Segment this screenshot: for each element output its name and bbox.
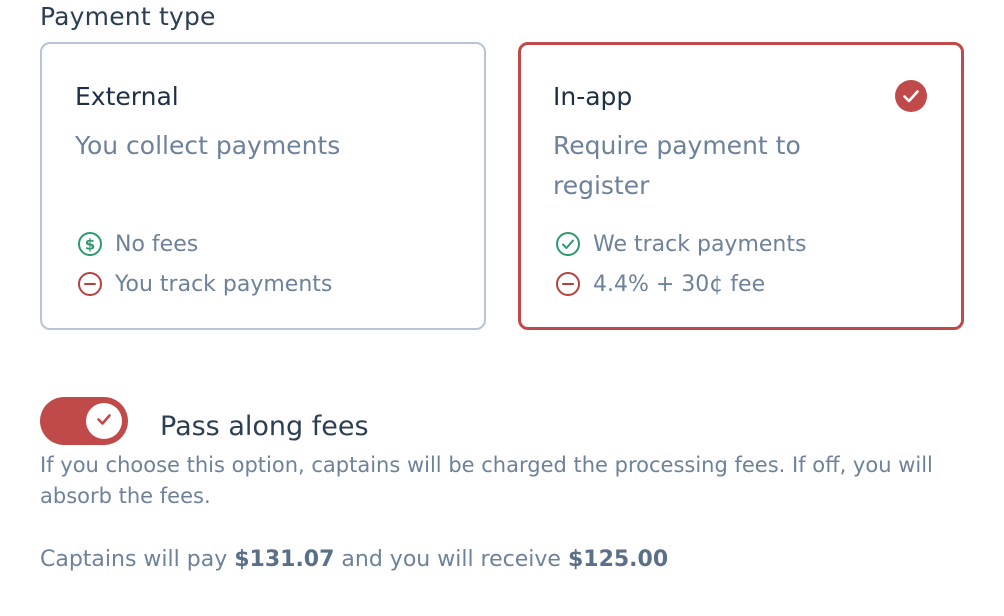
option-description: Require payment to register [553, 131, 801, 200]
check-icon [94, 409, 114, 433]
feature-label: 4.4% + 30¢ fee [593, 271, 766, 297]
pass-fees-toggle[interactable] [40, 397, 128, 445]
pass-fees-label: Pass along fees [160, 411, 369, 442]
svg-text:$: $ [85, 236, 95, 254]
option-title: External [75, 82, 179, 111]
summary-prefix: Captains will pay [40, 547, 228, 572]
minus-circle-icon [77, 271, 103, 297]
feature-item: $ No fees [77, 231, 198, 257]
option-description: You collect payments [75, 131, 341, 160]
option-card-external[interactable]: External You collect payments $ No fees … [40, 42, 486, 330]
dollar-circle-icon: $ [77, 231, 103, 257]
feature-item: We track payments [555, 231, 806, 257]
feature-label: We track payments [593, 231, 807, 257]
feature-label: No fees [115, 231, 199, 257]
captain-pays-amount: $131.07 [234, 547, 335, 572]
you-receive-amount: $125.00 [567, 547, 669, 572]
toggle-knob [86, 403, 122, 439]
option-card-in-app[interactable]: In-app Require payment to register We tr… [518, 42, 964, 330]
pass-fees-help-text: If you choose this option, captains will… [40, 453, 933, 508]
summary-middle: and you will receive [341, 547, 561, 572]
payment-settings: Payment type External You collect paymen… [0, 0, 1004, 616]
minus-circle-icon [555, 271, 581, 297]
selected-check-icon [895, 80, 927, 112]
payment-summary: Captains will pay $131.07 and you will r… [40, 544, 668, 576]
option-title: In-app [553, 82, 633, 111]
feature-item: 4.4% + 30¢ fee [555, 271, 765, 297]
feature-label: You track payments [115, 271, 333, 297]
check-circle-icon [555, 231, 581, 257]
feature-item: You track payments [77, 271, 332, 297]
section-title: Payment type [40, 2, 216, 31]
